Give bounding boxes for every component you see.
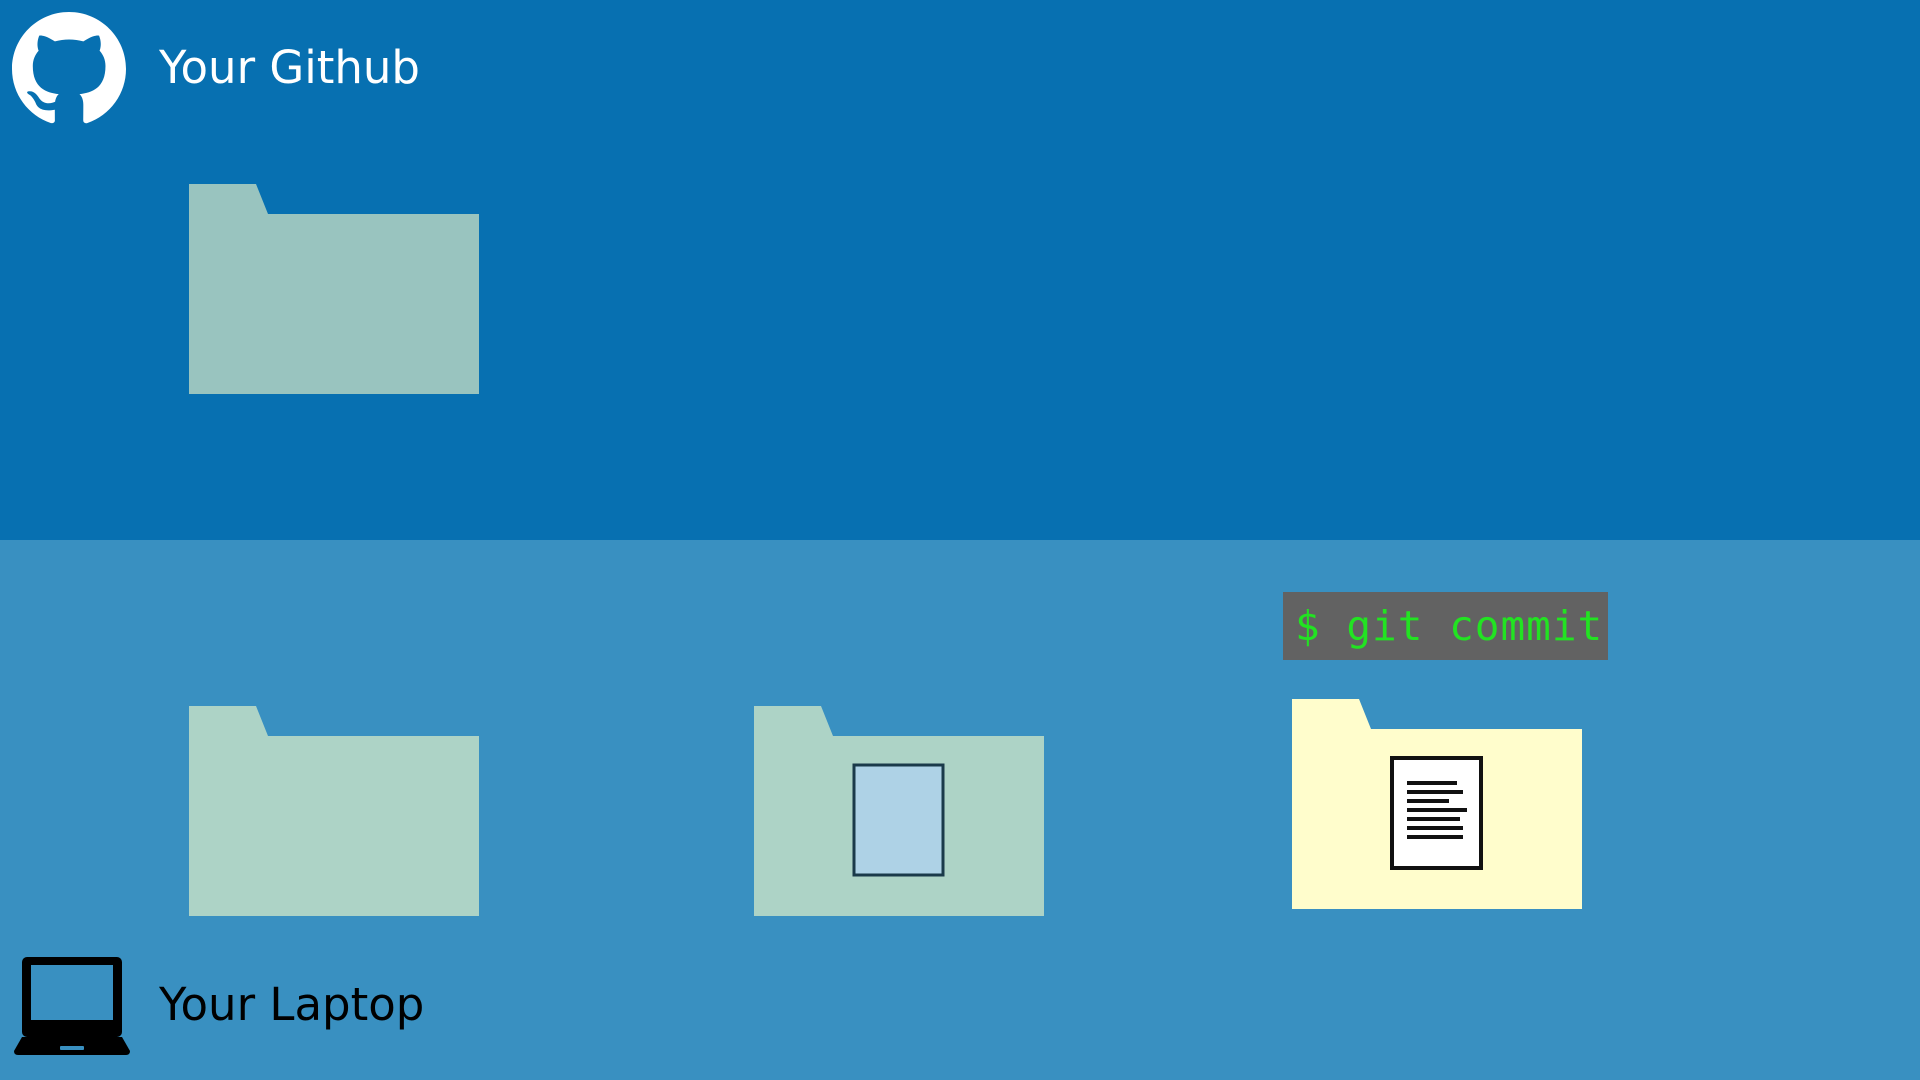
staging-area-folder-icon (754, 706, 1044, 916)
blank-file-icon (852, 763, 945, 877)
text-document-icon (1390, 756, 1483, 870)
command-text: $ git commit (1295, 602, 1604, 650)
git-diagram: Your Github $ git commit Your Laptop (0, 0, 1920, 1080)
git-commit-command: $ git commit (1283, 592, 1608, 660)
local-label: Your Laptop (159, 978, 425, 1031)
remote-repository-folder-icon (189, 184, 479, 394)
github-icon (12, 12, 126, 126)
remote-label: Your Github (159, 41, 420, 94)
working-directory-folder-icon (189, 706, 479, 916)
laptop-icon (12, 955, 132, 1057)
local-repository-folder-icon (1292, 699, 1582, 909)
